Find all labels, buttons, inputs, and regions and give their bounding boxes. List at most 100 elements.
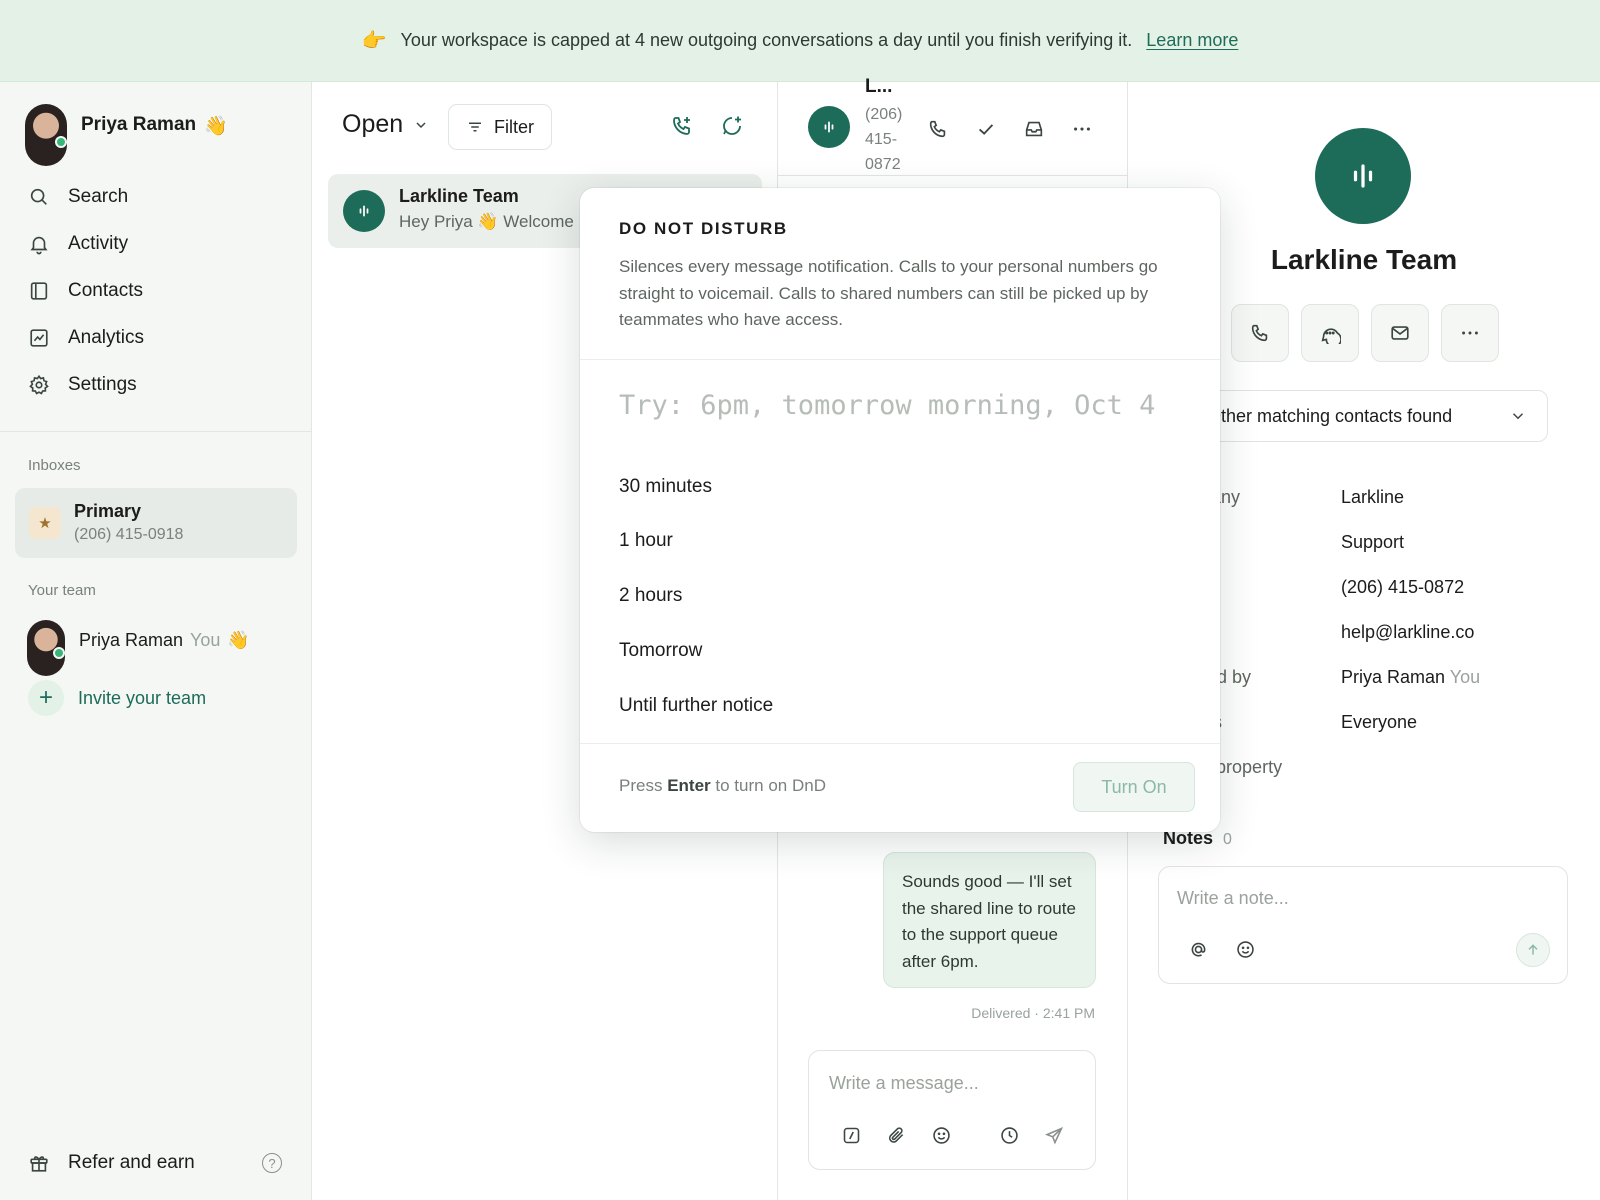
do-not-disturb-popover: DO NOT DISTURB Silences every message no… xyxy=(580,188,1220,832)
mark-done-button[interactable] xyxy=(972,115,1000,143)
property-row[interactable]: ork (206) 415-0872 xyxy=(1176,577,1556,598)
schedule-button[interactable] xyxy=(995,1121,1023,1149)
chat-contact-phone: (206) 415- 0872 xyxy=(865,102,902,177)
chart-icon xyxy=(30,329,48,347)
contacts-book-icon xyxy=(30,282,48,300)
learn-more-link[interactable]: Learn more xyxy=(1146,30,1238,51)
nav-activity[interactable]: Activity xyxy=(28,233,128,255)
status-label: Open xyxy=(342,110,404,138)
add-property-link[interactable]: dd a property xyxy=(1176,757,1556,778)
nav-analytics[interactable]: Analytics xyxy=(28,327,144,349)
inbox-primary[interactable]: ★ Primary (206) 415-0918 xyxy=(15,488,297,558)
larkline-avatar xyxy=(343,190,385,232)
chat-bubble-icon xyxy=(1321,328,1341,344)
property-row[interactable]: ccess Everyone xyxy=(1176,712,1556,733)
smiley-icon xyxy=(932,1126,950,1144)
submit-note-button[interactable] xyxy=(1516,933,1550,967)
invite-team-button[interactable]: + Invite your team xyxy=(28,680,206,716)
conversation-name: Larkline Team xyxy=(399,186,519,206)
hint-rest: to turn on DnD xyxy=(715,776,826,795)
dnd-footer-divider xyxy=(580,743,1220,744)
nav-settings[interactable]: Settings xyxy=(28,374,137,396)
shortcut-button[interactable] xyxy=(837,1121,865,1149)
filter-label: Filter xyxy=(494,116,534,137)
help-icon[interactable]: ? xyxy=(262,1153,282,1173)
note-emoji-button[interactable] xyxy=(1231,935,1259,963)
mention-button[interactable] xyxy=(1184,935,1212,963)
bell-icon xyxy=(30,236,48,255)
attach-button[interactable] xyxy=(882,1121,910,1149)
dnd-option-tomorrow[interactable]: Tomorrow xyxy=(619,640,702,662)
dnd-time-input[interactable] xyxy=(619,383,1179,427)
contact-call-button[interactable] xyxy=(1231,304,1289,362)
dnd-option-30-minutes[interactable]: 30 minutes xyxy=(619,476,712,498)
gift-icon xyxy=(30,1156,48,1172)
matching-contacts-dropdown[interactable]: Other matching contacts found xyxy=(1176,390,1548,442)
team-member-row[interactable]: Priya Raman You 👋 xyxy=(79,630,250,651)
sidebar: Priya Raman 👋 Search Activity Contacts A… xyxy=(0,82,312,1200)
send-icon xyxy=(1044,1126,1063,1145)
team-heading: Your team xyxy=(28,582,96,599)
property-value: Priya Raman You xyxy=(1341,667,1480,688)
dnd-divider xyxy=(580,359,1220,360)
dnd-description: Silences every message notification. Cal… xyxy=(619,257,1158,329)
nav-label: Activity xyxy=(68,233,129,254)
contact-message-button[interactable] xyxy=(1301,304,1359,362)
property-row[interactable]: ompany Larkline xyxy=(1176,487,1556,508)
property-value: (206) 415-0872 xyxy=(1341,577,1465,597)
phone-part: (206) xyxy=(865,106,903,123)
call-button[interactable] xyxy=(924,115,952,143)
filter-button[interactable]: Filter xyxy=(448,104,552,150)
snooze-button[interactable] xyxy=(1020,115,1048,143)
nav-search[interactable]: Search xyxy=(28,186,128,208)
dnd-option-2-hours[interactable]: 2 hours xyxy=(619,585,682,607)
new-call-button[interactable] xyxy=(668,112,696,140)
property-row[interactable]: reated by Priya Raman You xyxy=(1176,667,1556,688)
inbox-icon xyxy=(1025,121,1043,137)
nav-label: Analytics xyxy=(68,327,145,348)
clock-icon xyxy=(1000,1126,1018,1144)
nav-label: Contacts xyxy=(68,280,143,301)
turn-on-dnd-button[interactable]: Turn On xyxy=(1073,762,1195,812)
emoji-button[interactable] xyxy=(927,1121,955,1149)
dnd-option-until-further-notice[interactable]: Until further notice xyxy=(619,695,773,717)
user-name-row[interactable]: Priya Raman 👋 xyxy=(81,114,228,138)
matching-contacts-label: Other matching contacts found xyxy=(1207,405,1453,426)
chat-contact-name: L... xyxy=(865,76,893,97)
contact-email-button[interactable] xyxy=(1371,304,1429,362)
smiley-icon xyxy=(1236,940,1254,958)
send-button[interactable] xyxy=(1040,1121,1068,1149)
you-tag: You xyxy=(190,630,221,650)
refer-and-earn-link[interactable]: Refer and earn xyxy=(28,1152,195,1174)
user-name: Priya Raman xyxy=(81,114,197,135)
new-message-button[interactable] xyxy=(718,112,746,140)
user-avatar[interactable] xyxy=(25,104,67,166)
envelope-icon xyxy=(1391,326,1409,340)
online-indicator xyxy=(55,136,67,148)
note-editor[interactable]: Write a note... xyxy=(1158,866,1568,984)
star-icon: ★ xyxy=(29,507,61,539)
gear-icon xyxy=(29,374,49,395)
inboxes-heading: Inboxes xyxy=(28,457,81,474)
dnd-option-1-hour[interactable]: 1 hour xyxy=(619,530,673,552)
status-dropdown[interactable]: Open xyxy=(342,110,429,139)
nav-contacts[interactable]: Contacts xyxy=(28,280,143,302)
inbox-number: (206) 415-0918 xyxy=(74,526,184,543)
property-row[interactable]: ork help@larkline.co xyxy=(1176,622,1556,643)
conversation-preview: Hey Priya 👋 Welcome xyxy=(399,212,574,231)
plus-icon: + xyxy=(28,680,64,716)
chat-contact-avatar[interactable] xyxy=(808,106,850,148)
pointing-hand-icon: 👉 xyxy=(361,30,387,52)
nav-label: Settings xyxy=(68,374,137,395)
soundwave-icon xyxy=(1353,164,1373,188)
chat-plus-icon xyxy=(723,116,741,135)
message-composer[interactable]: Write a message... xyxy=(808,1050,1096,1170)
delivery-status: Delivered · 2:41 PM xyxy=(971,1005,1095,1021)
property-value: Support xyxy=(1341,532,1405,552)
slash-command-icon xyxy=(843,1127,859,1143)
contact-more-button[interactable] xyxy=(1441,304,1499,362)
property-row[interactable]: ole Support xyxy=(1176,532,1556,553)
invite-label: Invite your team xyxy=(78,687,207,708)
more-button[interactable] xyxy=(1068,115,1096,143)
message-bubble: Sounds good — I'll set the shared line t… xyxy=(883,852,1096,988)
